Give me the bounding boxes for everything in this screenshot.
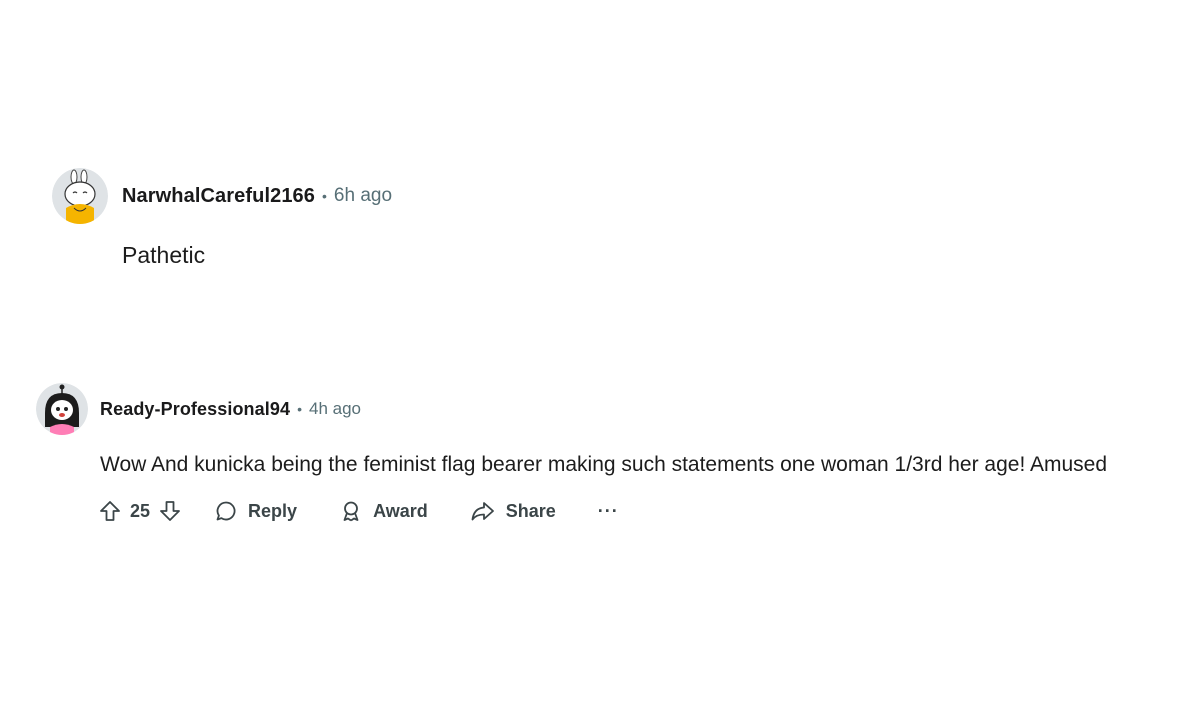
- arrow-down-outline-icon: [160, 501, 180, 521]
- comment-body: Wow And kunicka being the feminist flag …: [100, 453, 1108, 476]
- avatar-snoo-icon: [52, 168, 108, 224]
- award-ribbon-icon: [343, 501, 359, 522]
- share-arrow-icon: [471, 502, 494, 521]
- more-options-icon: ···: [597, 500, 619, 521]
- separator-dot: •: [322, 188, 327, 204]
- vote-count: 25: [130, 500, 151, 521]
- downvote-button[interactable]: [158, 499, 182, 523]
- upvote-button[interactable]: [98, 499, 122, 523]
- username[interactable]: Ready-Professional94: [100, 399, 290, 420]
- separator-dot: •: [297, 401, 302, 417]
- timestamp[interactable]: 6h ago: [334, 185, 392, 207]
- comment-header: NarwhalCareful2166 • 6h ago: [52, 168, 1152, 224]
- comment-header: Ready-Professional94 • 4h ago: [36, 383, 1186, 435]
- comment-action-bar: 25 Reply Award Share ···: [98, 499, 1186, 523]
- more-options-button[interactable]: ···: [598, 501, 619, 522]
- comment: Ready-Professional94 • 4h ago Wow And ku…: [36, 383, 1186, 523]
- username[interactable]: NarwhalCareful2166: [122, 185, 315, 208]
- avatar[interactable]: [52, 168, 108, 224]
- timestamp[interactable]: 4h ago: [309, 399, 361, 419]
- avatar-snoo-icon: [36, 383, 88, 435]
- share-button[interactable]: Share: [470, 499, 556, 523]
- reply-button[interactable]: Reply: [214, 499, 297, 523]
- comment-body: Pathetic: [122, 242, 206, 268]
- award-button[interactable]: Award: [339, 499, 428, 523]
- avatar[interactable]: [36, 383, 88, 435]
- comment: NarwhalCareful2166 • 6h ago Pathetic: [52, 168, 1152, 269]
- share-label: Share: [505, 500, 556, 521]
- reply-label: Reply: [248, 500, 298, 521]
- arrow-up-outline-icon: [100, 501, 120, 521]
- award-label: Award: [373, 500, 428, 521]
- speech-bubble-icon: [216, 501, 236, 521]
